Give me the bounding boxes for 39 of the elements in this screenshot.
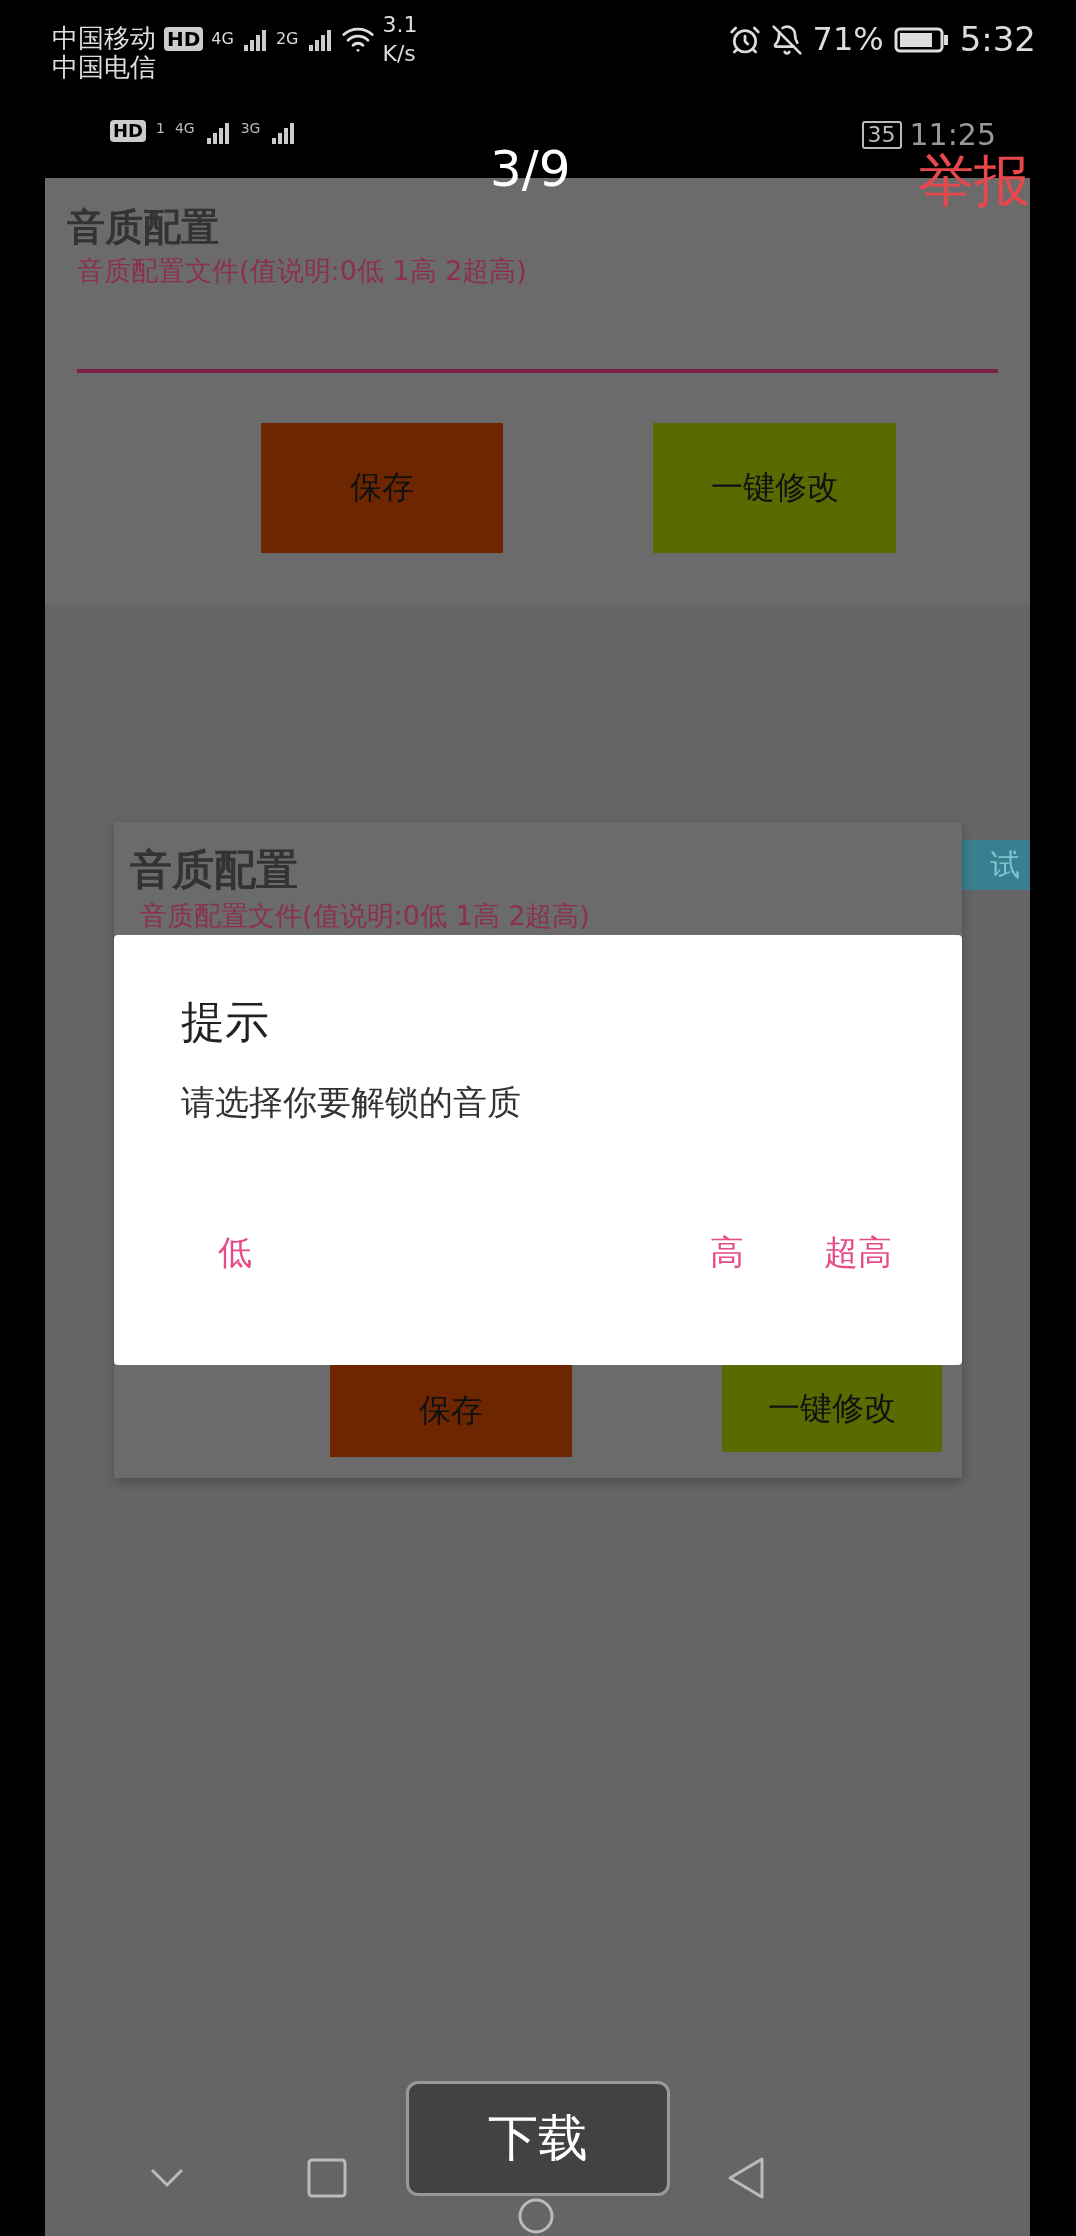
download-button[interactable]: 下载 <box>406 2081 670 2196</box>
card-title: 音质配置 <box>130 844 299 896</box>
carrier-name: 中国电信 <box>52 52 156 83</box>
square-icon[interactable] <box>307 2158 347 2198</box>
chevron-down-icon[interactable] <box>149 2167 185 2189</box>
network-label: 4G <box>174 120 195 137</box>
sim-label: 1 <box>156 120 165 137</box>
signal-icon <box>270 120 297 144</box>
battery-percent: 71% <box>812 21 884 58</box>
carrier-name: 中国移动 <box>52 24 156 54</box>
battery-icon <box>893 25 950 54</box>
dialog-title: 提示 <box>181 995 270 1049</box>
dialog-message: 请选择你要解锁的音质 <box>181 1081 522 1124</box>
clock-time: 5:32 <box>959 20 1036 60</box>
hd-badge: HD <box>110 120 146 142</box>
speed-unit: K/s <box>382 41 416 67</box>
network-label: 2G <box>275 30 299 49</box>
page-subtitle: 音质配置文件(值说明:0低 1高 2超高) <box>77 254 528 288</box>
modify-button[interactable]: 一键修改 <box>722 1365 942 1452</box>
speed-value: 3.1 <box>382 12 418 38</box>
signal-icon <box>204 120 231 144</box>
clock-time: 11:25 <box>909 120 996 150</box>
modify-button[interactable]: 一键修改 <box>653 423 896 553</box>
debug-tag[interactable]: 试 <box>962 840 1030 890</box>
hd-badge: HD <box>164 27 204 52</box>
signal-icon <box>306 27 333 52</box>
option-button[interactable]: 低 <box>218 1226 252 1280</box>
page-title: 音质配置 <box>67 204 220 251</box>
card-subtitle: 音质配置文件(值说明:0低 1高 2超高) <box>140 899 591 933</box>
back-triangle-icon[interactable] <box>726 2156 766 2200</box>
option-button[interactable]: 超高 <box>824 1226 892 1280</box>
option-button[interactable]: 高 <box>710 1226 744 1280</box>
bell-off-icon <box>770 23 803 56</box>
battery-level: 35 <box>861 120 902 150</box>
network-label: 4G <box>211 30 234 49</box>
signal-icon <box>241 27 268 52</box>
network-label: 3G <box>240 120 261 137</box>
circle-icon[interactable] <box>518 2198 554 2234</box>
page-counter: 3/9 <box>490 140 571 198</box>
